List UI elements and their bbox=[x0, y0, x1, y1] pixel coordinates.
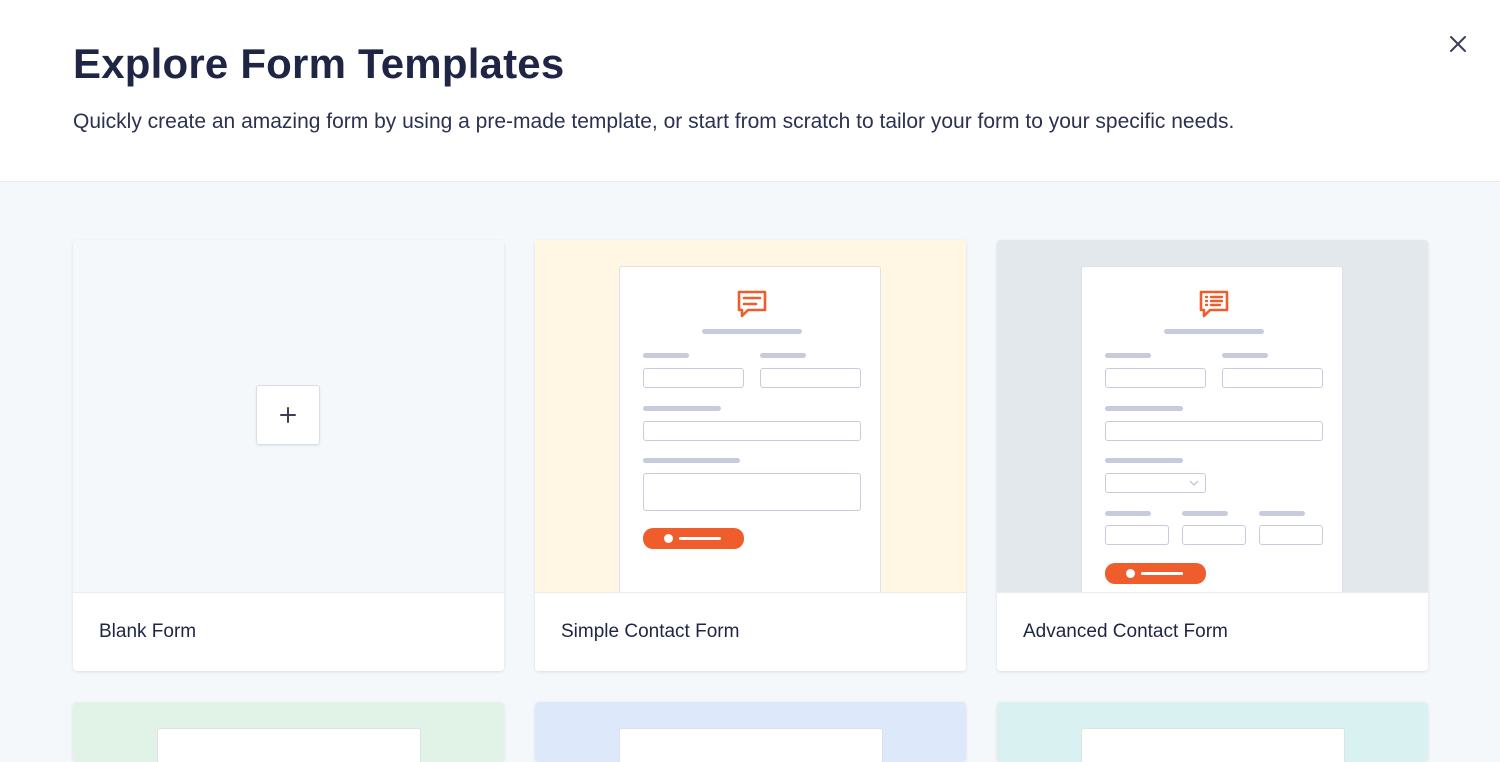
page-title: Explore Form Templates bbox=[73, 40, 565, 87]
template-preview bbox=[73, 240, 504, 592]
template-card[interactable] bbox=[535, 702, 966, 762]
close-button[interactable] bbox=[1444, 30, 1472, 58]
add-blank-form-button[interactable] bbox=[256, 385, 320, 445]
template-preview bbox=[73, 702, 504, 762]
template-card-blank[interactable]: Blank Form bbox=[73, 240, 504, 671]
template-label: Blank Form bbox=[73, 592, 504, 671]
template-preview bbox=[997, 240, 1428, 592]
close-icon bbox=[1450, 36, 1466, 52]
template-label: Advanced Contact Form bbox=[997, 592, 1428, 671]
submit-button-preview bbox=[643, 528, 744, 549]
template-card-advanced-contact[interactable]: Advanced Contact Form bbox=[997, 240, 1428, 671]
form-preview-paper bbox=[619, 266, 881, 592]
template-label: Simple Contact Form bbox=[535, 592, 966, 671]
page-subtitle: Quickly create an amazing form by using … bbox=[73, 110, 1235, 133]
chevron-down-icon bbox=[1189, 480, 1199, 487]
template-grid: Blank Form Simple Contact Form Advanced … bbox=[0, 183, 1500, 762]
modal-header: Explore Form Templates Quickly create an… bbox=[0, 0, 1500, 182]
template-preview bbox=[997, 702, 1428, 762]
template-card[interactable] bbox=[73, 702, 504, 762]
form-preview-paper bbox=[1081, 266, 1343, 592]
chat-list-icon bbox=[1199, 290, 1229, 318]
plus-icon bbox=[280, 407, 296, 423]
form-preview-paper bbox=[157, 728, 421, 762]
form-preview-paper bbox=[619, 728, 883, 762]
template-preview bbox=[535, 240, 966, 592]
template-card[interactable] bbox=[997, 702, 1428, 762]
form-preview-paper bbox=[1081, 728, 1345, 762]
template-preview bbox=[535, 702, 966, 762]
template-card-simple-contact[interactable]: Simple Contact Form bbox=[535, 240, 966, 671]
submit-button-preview bbox=[1105, 563, 1206, 584]
chat-message-icon bbox=[737, 290, 767, 318]
